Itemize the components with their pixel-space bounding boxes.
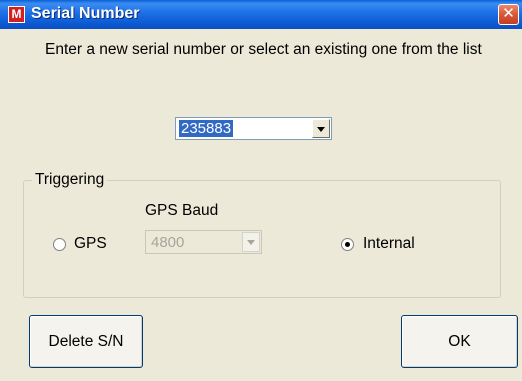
gps-radio[interactable] xyxy=(53,238,66,251)
ok-button[interactable]: OK xyxy=(401,315,518,368)
internal-radio-label[interactable]: Internal xyxy=(363,235,415,253)
serial-number-value[interactable]: 235883 xyxy=(179,120,234,137)
gps-baud-value: 4800 xyxy=(151,234,185,251)
triggering-group-label: Triggering xyxy=(32,170,108,190)
app-icon: M xyxy=(8,6,25,23)
close-button[interactable]: ✕ xyxy=(498,4,519,25)
chevron-down-icon xyxy=(317,127,325,132)
dropdown-arrow-button[interactable] xyxy=(312,119,330,138)
window-title: Serial Number xyxy=(31,5,140,22)
chevron-down-icon xyxy=(247,240,255,245)
gps-baud-label: GPS Baud xyxy=(145,202,219,219)
serial-number-dropdown[interactable]: 235883 xyxy=(175,117,332,140)
internal-radio[interactable] xyxy=(341,238,354,251)
gps-baud-arrow-button xyxy=(242,232,260,252)
instruction-text: Enter a new serial number or select an e… xyxy=(45,41,482,58)
title-bar[interactable]: M Serial Number ✕ xyxy=(0,0,522,29)
gps-radio-label[interactable]: GPS xyxy=(74,235,107,253)
delete-sn-button[interactable]: Delete S/N xyxy=(29,315,143,368)
gps-baud-dropdown: 4800 xyxy=(145,230,262,254)
